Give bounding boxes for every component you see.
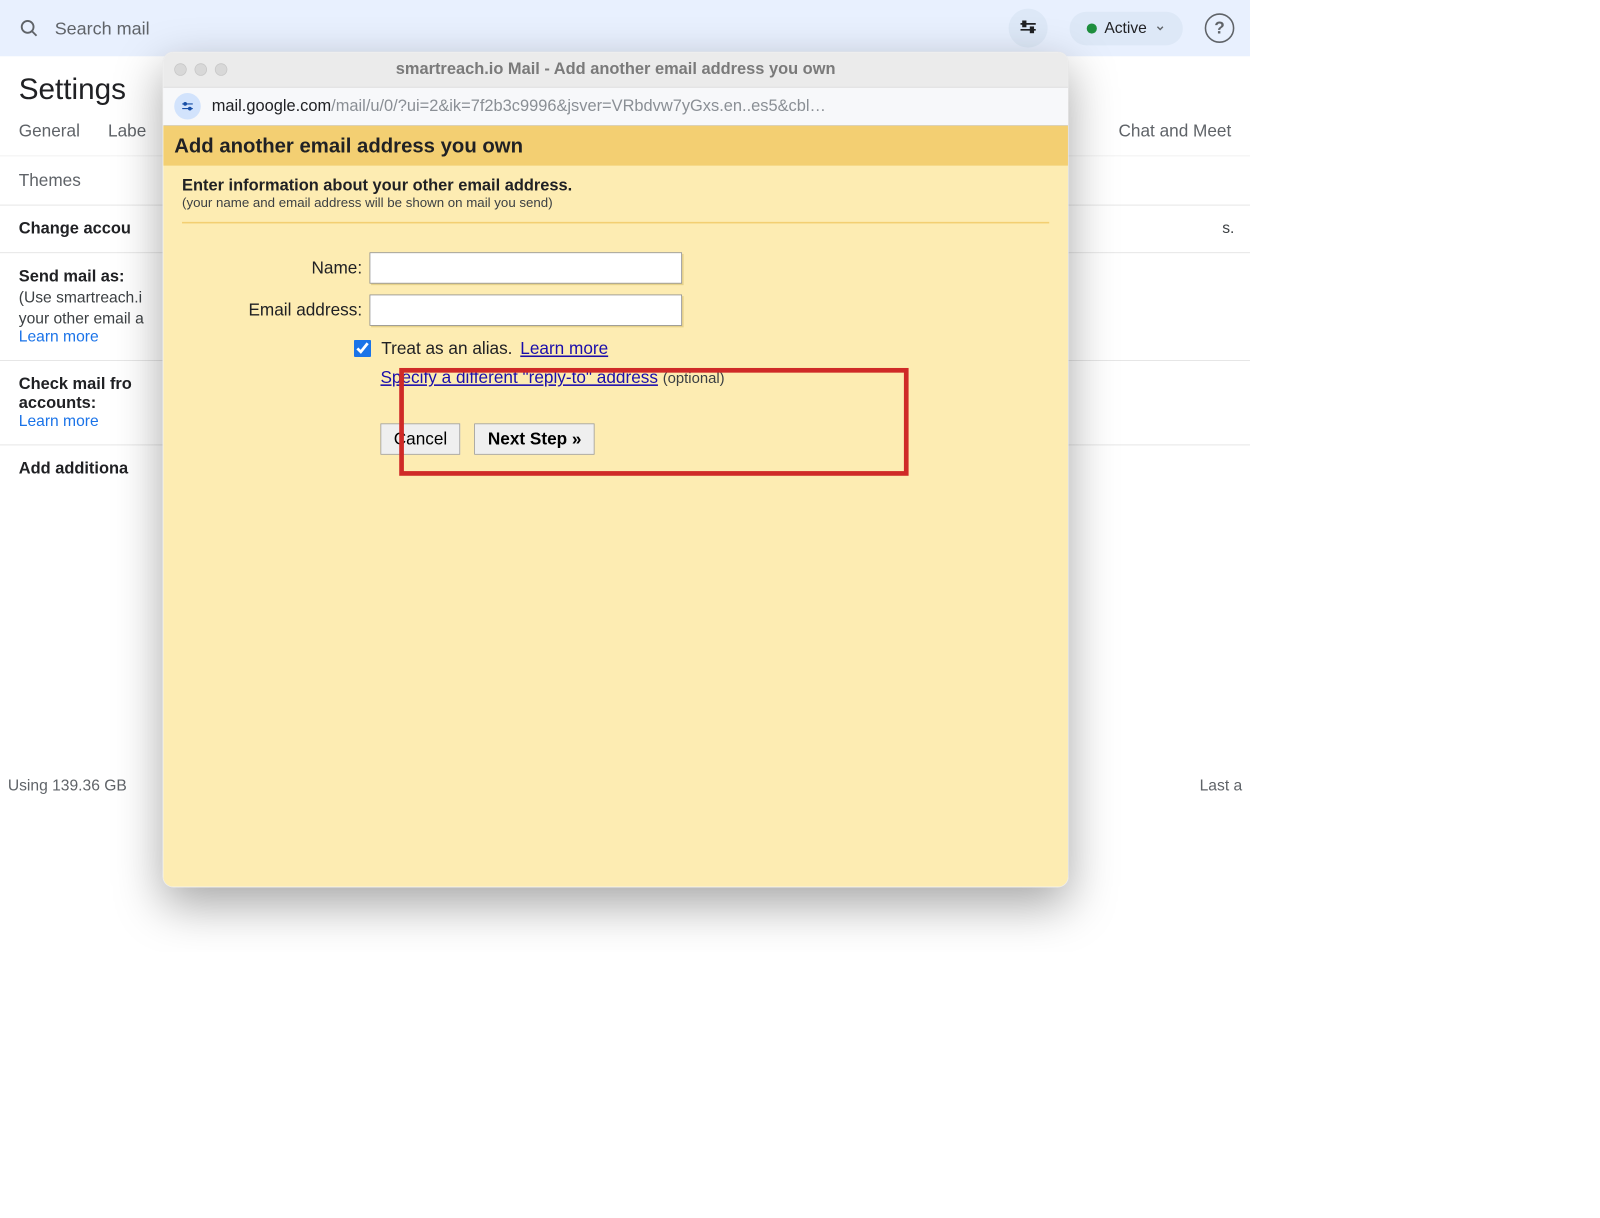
status-dot-icon	[1086, 23, 1096, 33]
cancel-button[interactable]: Cancel	[380, 423, 460, 454]
popup-subnote: (your name and email address will be sho…	[182, 195, 1049, 211]
email-label: Email address:	[248, 294, 369, 327]
reply-to-optional: (optional)	[663, 370, 725, 386]
url-bar[interactable]: mail.google.com/mail/u/0/?ui=2&ik=7f2b3c…	[163, 87, 1068, 126]
storage-usage: Using 139.36 GB	[8, 777, 127, 795]
popup-subtitle: Enter information about your other email…	[182, 177, 1049, 196]
name-input[interactable]	[369, 252, 682, 283]
tab-general[interactable]: General	[19, 121, 80, 141]
site-settings-icon[interactable]	[174, 93, 201, 120]
alias-checkbox[interactable]	[354, 340, 371, 357]
tab-chat-meet[interactable]: Chat and Meet	[1119, 121, 1232, 141]
url-path: /mail/u/0/?ui=2&ik=7f2b3c9996&jsver=VRbd…	[331, 97, 826, 115]
tune-icon	[1018, 18, 1038, 38]
right-fragment: s.	[1222, 220, 1234, 238]
section-change-account: Change accou	[19, 220, 131, 238]
next-step-button[interactable]: Next Step »	[475, 423, 595, 454]
popup-window: smartreach.io Mail - Add another email a…	[163, 52, 1069, 888]
window-close-icon[interactable]	[174, 63, 187, 76]
popup-title: Add another email address you own	[163, 126, 1068, 166]
status-chip[interactable]: Active	[1069, 11, 1183, 45]
window-minimize-icon[interactable]	[195, 63, 208, 76]
search-icon[interactable]	[19, 18, 39, 38]
url-text: mail.google.com/mail/u/0/?ui=2&ik=7f2b3c…	[212, 97, 826, 116]
tab-labels[interactable]: Labe	[108, 121, 146, 141]
status-label: Active	[1104, 19, 1147, 37]
url-host: mail.google.com	[212, 97, 331, 115]
name-label: Name:	[248, 252, 369, 285]
search-placeholder[interactable]: Search mail	[55, 18, 150, 39]
tab-themes[interactable]: Themes	[19, 170, 81, 190]
reply-to-link[interactable]: Specify a different "reply-to" address	[380, 367, 657, 387]
alias-label: Treat as an alias.	[381, 338, 512, 358]
window-title: smartreach.io Mail - Add another email a…	[163, 60, 1068, 79]
search-bar: Search mail Active ?	[0, 0, 1250, 56]
window-titlebar[interactable]: smartreach.io Mail - Add another email a…	[163, 52, 1068, 86]
section-add-additional: Add additiona	[19, 459, 128, 477]
alias-learn-more-link[interactable]: Learn more	[520, 338, 608, 358]
window-zoom-icon[interactable]	[215, 63, 228, 76]
search-options-button[interactable]	[1008, 9, 1047, 48]
email-input[interactable]	[369, 295, 682, 326]
last-activity: Last a	[1200, 777, 1243, 795]
help-button[interactable]: ?	[1205, 13, 1235, 43]
chevron-down-icon	[1155, 23, 1166, 34]
